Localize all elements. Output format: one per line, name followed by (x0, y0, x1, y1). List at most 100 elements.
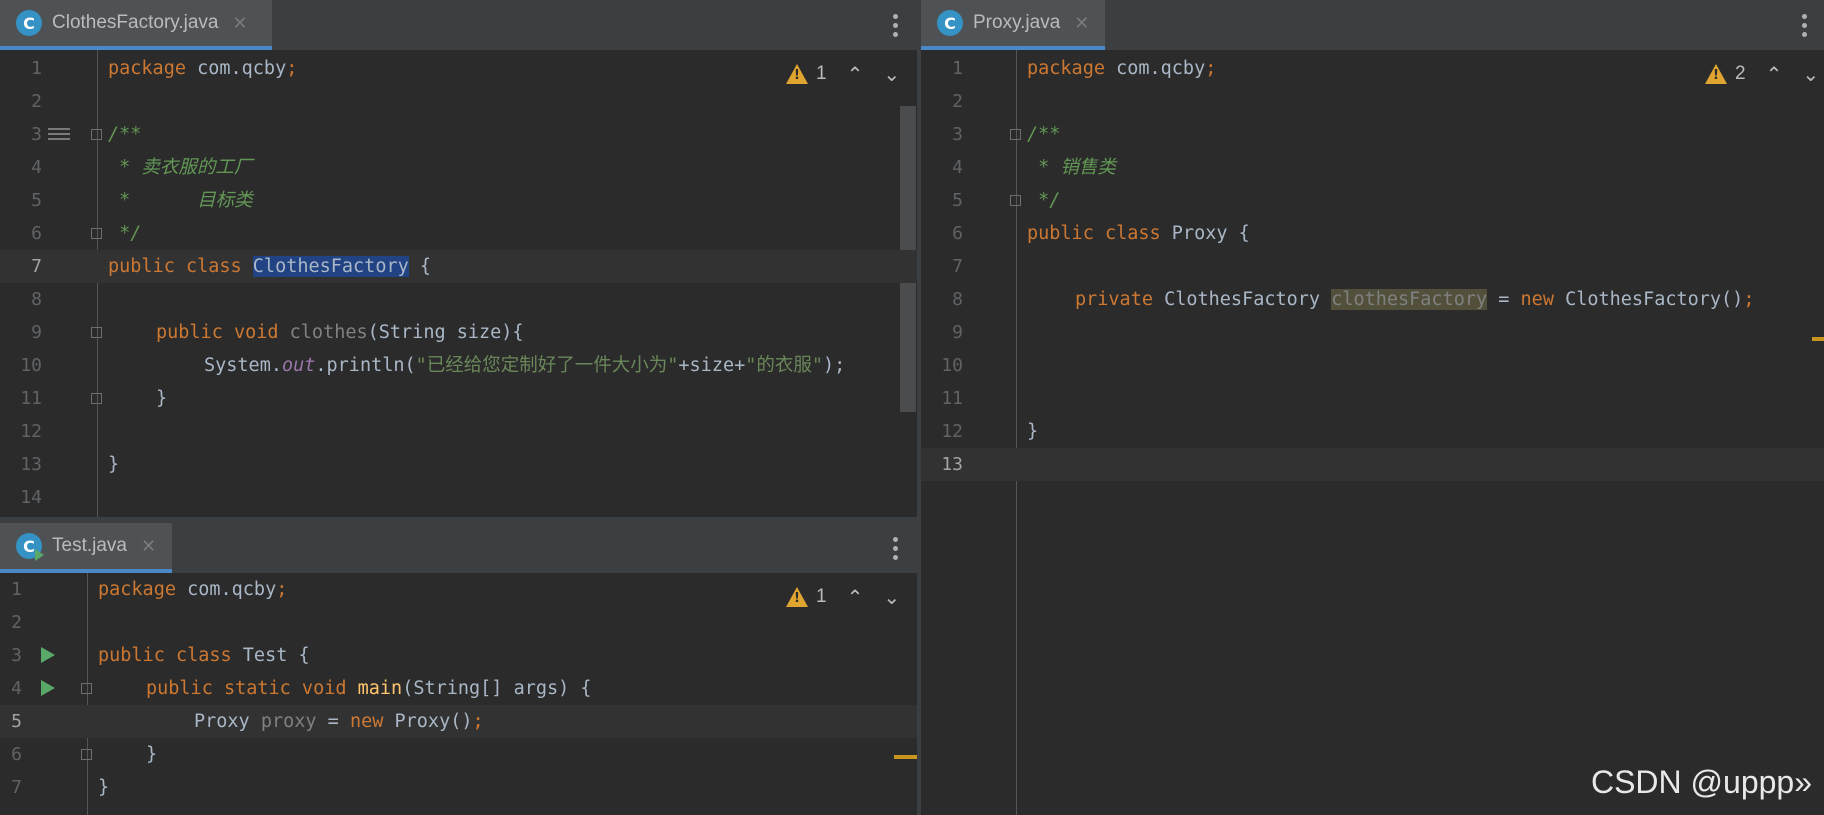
code-line-current: 13 (921, 448, 1824, 481)
code-line: 3 /** (921, 118, 1824, 151)
code-line: 12 } (921, 415, 1824, 448)
code-line: 12 (0, 415, 917, 448)
code-line: 13 } (0, 448, 917, 481)
fold-icon[interactable] (81, 683, 92, 694)
run-icon[interactable] (41, 647, 55, 663)
proxy-editor-pane: C Proxy.java ✕ 2 ⌃ ⌄ 1 package com.qcby;… (921, 0, 1824, 815)
code-line: 3 /** (0, 118, 917, 151)
close-icon[interactable]: ✕ (1074, 13, 1089, 34)
tab-bar: C Test.java ✕ (0, 523, 917, 573)
code-line: 6 } (0, 738, 917, 771)
line-number: 4 (952, 157, 963, 178)
more-options-icon[interactable] (1789, 10, 1819, 40)
code-line: 2 (921, 85, 1824, 118)
fold-icon[interactable] (91, 327, 102, 338)
tab-clothesfactory[interactable]: C ClothesFactory.java ✕ (0, 0, 272, 50)
code-line: 6 public class Proxy { (921, 217, 1824, 250)
code-line: 11 (921, 382, 1824, 415)
code-line: 2 (0, 85, 917, 118)
code-editor[interactable]: 1 ⌃ ⌄ 1 package com.qcby; 2 3 /** 4 * 卖衣… (0, 50, 917, 517)
line-number: 6 (11, 744, 22, 765)
line-number: 6 (31, 223, 42, 244)
line-number: 10 (941, 355, 963, 376)
code-line: 11 } (0, 382, 917, 415)
tab-label: Test.java (52, 535, 127, 556)
line-number: 8 (31, 289, 42, 310)
line-number: 4 (31, 157, 42, 178)
line-number: 11 (20, 388, 42, 409)
code-line: 10 System.out.println("已经给您定制好了一件大小为"+si… (0, 349, 917, 382)
close-icon[interactable]: ✕ (141, 536, 156, 557)
code-line: 2 (0, 606, 917, 639)
code-line: 1 package com.qcby; (0, 573, 917, 606)
horizontal-splitter[interactable] (0, 517, 917, 523)
fold-icon[interactable] (91, 129, 102, 140)
tab-test[interactable]: C Test.java ✕ (0, 523, 172, 573)
line-number: 12 (20, 421, 42, 442)
line-number: 5 (952, 190, 963, 211)
line-number: 10 (20, 355, 42, 376)
code-line: 4 * 卖衣服的工厂 (0, 151, 917, 184)
code-line: 14 (0, 481, 917, 514)
code-line: 4 public static void main(String[] args)… (0, 672, 917, 705)
highlighted-usage: clothesFactory (1331, 289, 1488, 310)
line-number: 11 (941, 388, 963, 409)
line-number: 7 (31, 256, 42, 277)
line-number: 5 (31, 190, 42, 211)
line-number: 6 (952, 223, 963, 244)
fold-icon[interactable] (91, 228, 102, 239)
code-line: 1 package com.qcby; (921, 52, 1824, 85)
line-number: 1 (11, 579, 22, 600)
vertical-splitter[interactable] (917, 0, 921, 815)
java-class-icon: C (937, 10, 963, 36)
code-line: 7 } (0, 771, 917, 804)
code-line: 7 (921, 250, 1824, 283)
line-number: 3 (952, 124, 963, 145)
code-line: 10 (921, 349, 1824, 382)
code-line: 4 * 销售类 (921, 151, 1824, 184)
more-options-icon[interactable] (880, 533, 910, 563)
code-line: 9 (921, 316, 1824, 349)
code-line-current: 5 Proxy proxy = new Proxy(); (0, 705, 917, 738)
code-line: 1 package com.qcby; (0, 52, 917, 85)
render-doc-icon[interactable] (48, 128, 70, 144)
code-line: 8 private ClothesFactory clothesFactory … (921, 283, 1824, 316)
tab-proxy[interactable]: C Proxy.java ✕ (921, 0, 1105, 50)
watermark: CSDN @uppp» (1590, 764, 1812, 800)
line-number: 2 (31, 91, 42, 112)
line-number: 1 (31, 58, 42, 79)
code-editor[interactable]: 2 ⌃ ⌄ 1 package com.qcby; 2 3 /** 4 * 销售… (921, 50, 1824, 815)
line-number: 3 (31, 124, 42, 145)
line-number: 7 (952, 256, 963, 277)
fold-icon[interactable] (91, 393, 102, 404)
code-line: 9 public void clothes(String size){ (0, 316, 917, 349)
line-number: 5 (11, 711, 22, 732)
code-editor[interactable]: 1 ⌃ ⌄ 1 package com.qcby; 2 3 public cla… (0, 573, 917, 815)
line-number: 7 (11, 777, 22, 798)
line-number: 3 (11, 645, 22, 666)
run-icon[interactable] (41, 680, 55, 696)
tab-label: ClothesFactory.java (52, 12, 219, 33)
code-line: 5 * 目标类 (0, 184, 917, 217)
fold-icon[interactable] (1010, 195, 1021, 206)
line-number: 1 (952, 58, 963, 79)
line-number: 14 (20, 487, 42, 508)
code-line-current: 7 public class ClothesFactory { (0, 250, 917, 283)
java-class-icon: C (16, 10, 42, 36)
java-runnable-class-icon: C (16, 533, 44, 561)
line-number: 9 (952, 322, 963, 343)
fold-icon[interactable] (81, 749, 92, 760)
line-number: 2 (11, 612, 22, 633)
more-options-icon[interactable] (880, 10, 910, 40)
line-number: 12 (941, 421, 963, 442)
line-number: 8 (952, 289, 963, 310)
close-icon[interactable]: ✕ (233, 13, 248, 34)
line-number: 4 (11, 678, 22, 699)
tab-bar: C ClothesFactory.java ✕ (0, 0, 917, 50)
code-line: 6 */ (0, 217, 917, 250)
line-number: 13 (941, 454, 963, 475)
fold-icon[interactable] (1010, 129, 1021, 140)
tab-bar: C Proxy.java ✕ (921, 0, 1824, 50)
line-number: 13 (20, 454, 42, 475)
line-number: 9 (31, 322, 42, 343)
